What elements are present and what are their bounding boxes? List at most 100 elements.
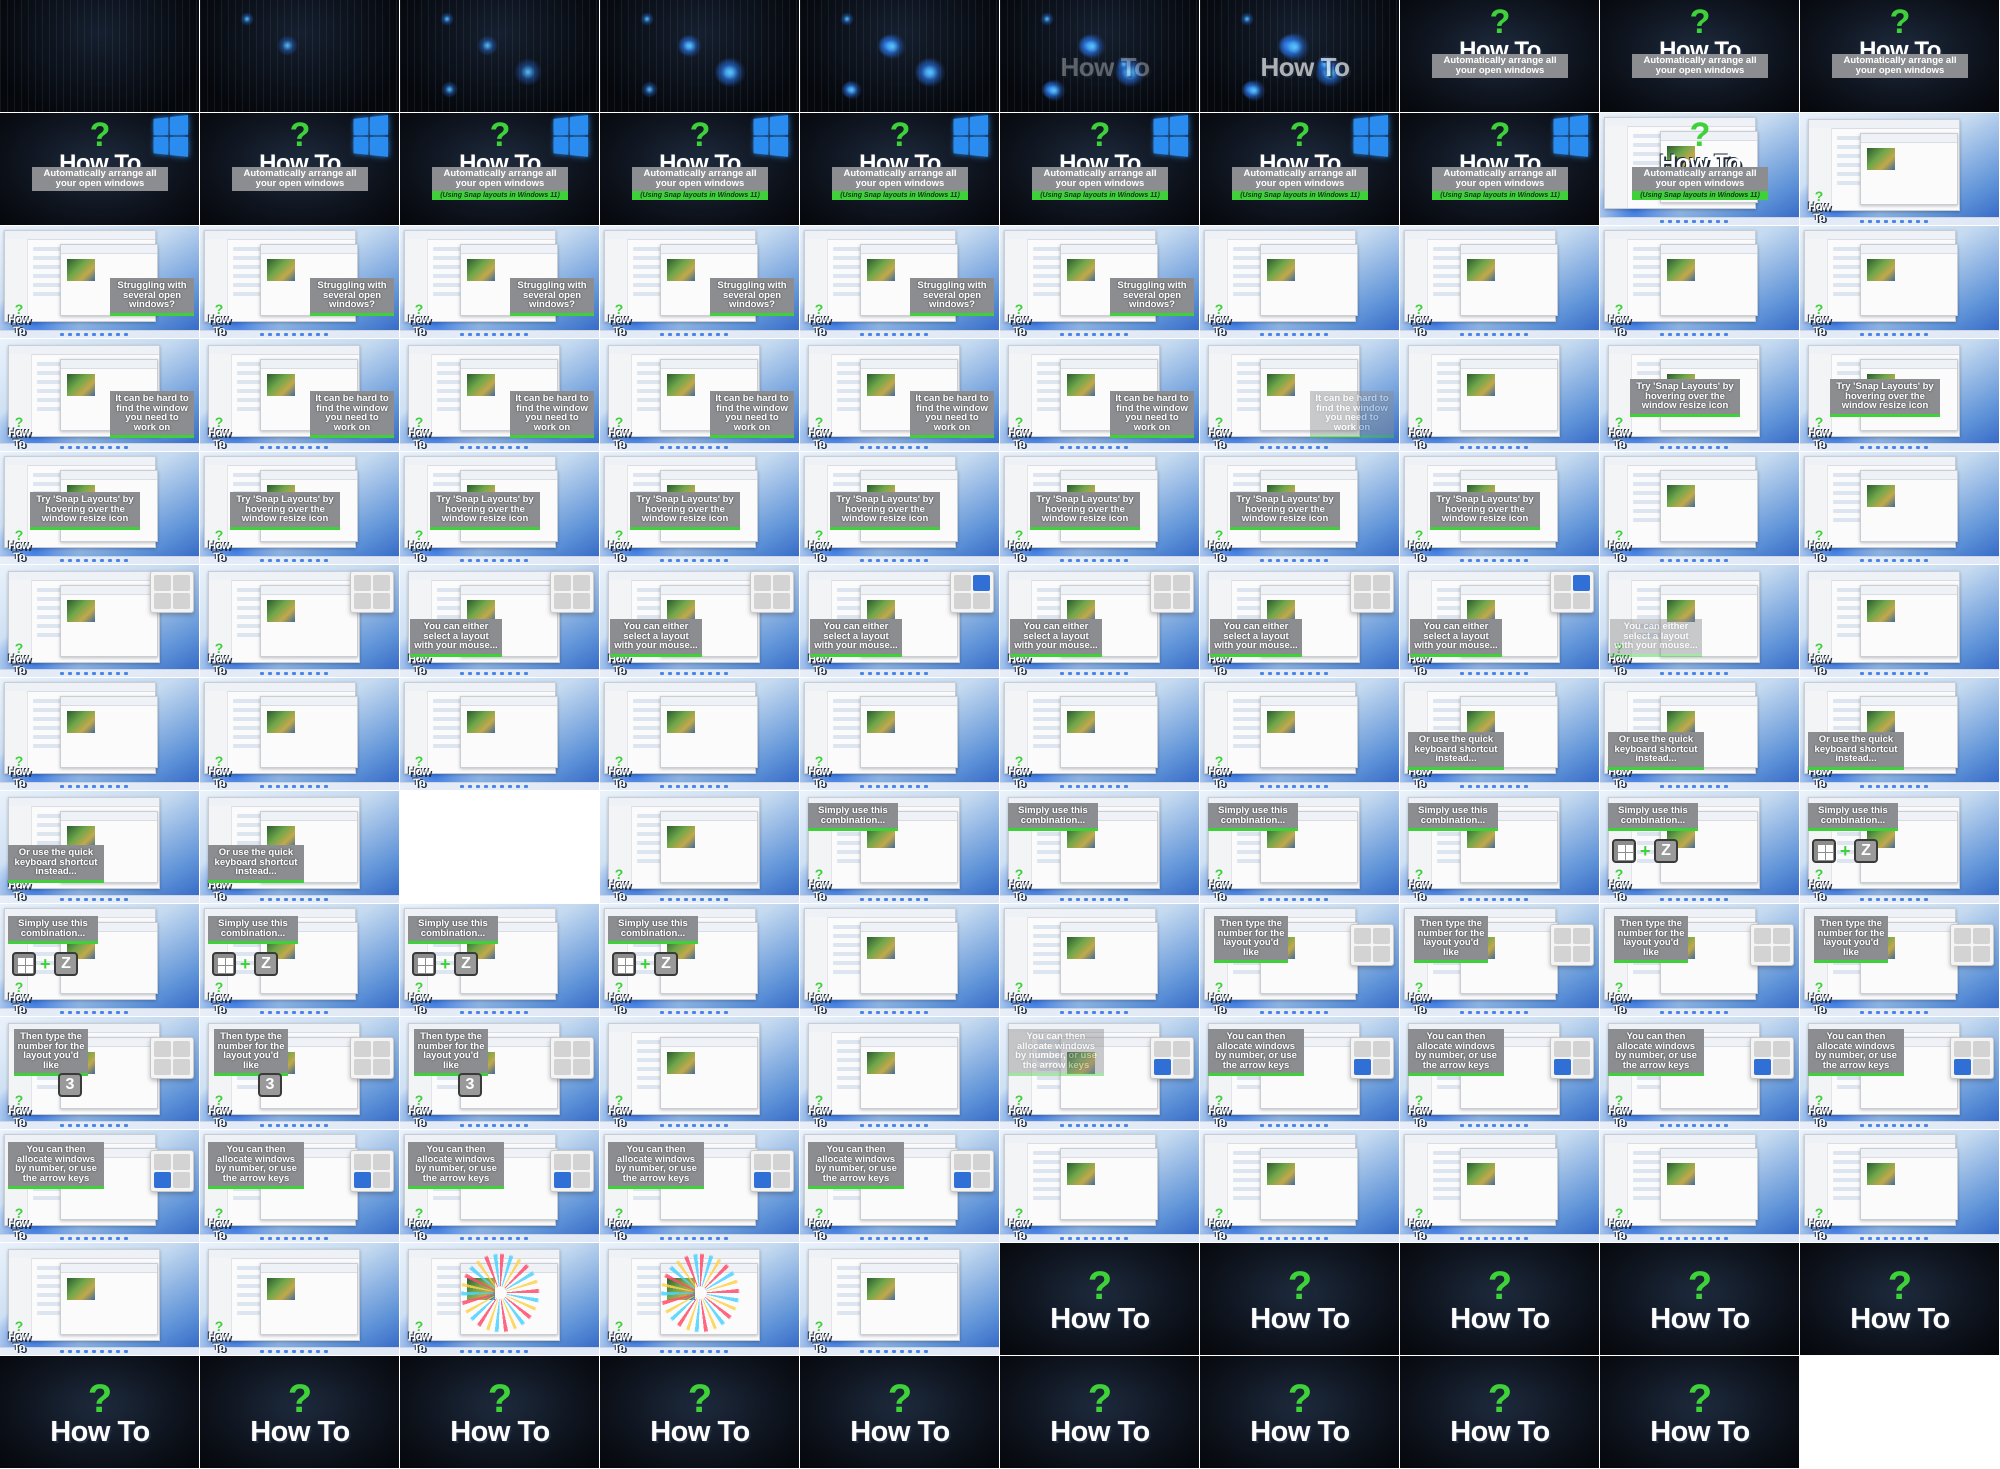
snap-zone[interactable] — [173, 1059, 190, 1075]
taskbar-app-icon[interactable] — [1724, 672, 1728, 675]
taskbar-app-icon[interactable] — [1692, 898, 1696, 901]
taskbar-app-icon[interactable] — [676, 559, 680, 562]
taskbar-app-icon[interactable] — [924, 1237, 928, 1240]
taskbar-app-icon[interactable] — [1676, 220, 1680, 223]
taskbar-app-icon[interactable] — [108, 559, 112, 562]
taskbar-app-icon[interactable] — [268, 672, 272, 675]
taskbar-app-icon[interactable] — [68, 1011, 72, 1014]
snap-zone[interactable] — [354, 575, 371, 591]
taskbar-app-icon[interactable] — [884, 446, 888, 449]
taskbar-app-icon[interactable] — [1660, 898, 1664, 901]
taskbar-app-icon[interactable] — [1916, 672, 1920, 675]
taskbar-app-icon[interactable] — [916, 1350, 920, 1353]
snap-zone[interactable] — [754, 575, 771, 591]
snap-zone[interactable] — [954, 575, 971, 591]
snap-layouts-flyout[interactable] — [1750, 1037, 1794, 1079]
taskbar-app-icon[interactable] — [76, 446, 80, 449]
taskbar-app-icon[interactable] — [316, 785, 320, 788]
taskbar-app-icon[interactable] — [1276, 1124, 1280, 1127]
taskbar-app-icon[interactable] — [1116, 333, 1120, 336]
taskbar-app-icon[interactable] — [1876, 785, 1880, 788]
taskbar-app-icon[interactable] — [892, 1124, 896, 1127]
taskbar-app-icon[interactable] — [324, 446, 328, 449]
taskbar-app-icon[interactable] — [1484, 672, 1488, 675]
snap-zone[interactable] — [954, 1172, 971, 1188]
taskbar-app-icon[interactable] — [260, 559, 264, 562]
taskbar-app-icon[interactable] — [60, 898, 64, 901]
taskbar-app-icon[interactable] — [924, 446, 928, 449]
taskbar-app-icon[interactable] — [1100, 1011, 1104, 1014]
snap-layouts-flyout[interactable] — [1350, 1037, 1394, 1079]
taskbar-app-icon[interactable] — [68, 785, 72, 788]
taskbar-app-icon[interactable] — [924, 1124, 928, 1127]
taskbar-app-icon[interactable] — [716, 559, 720, 562]
taskbar-app-icon[interactable] — [1308, 898, 1312, 901]
snap-zone[interactable] — [1754, 946, 1771, 962]
taskbar-app-icon[interactable] — [300, 446, 304, 449]
taskbar-app-icon[interactable] — [1924, 785, 1928, 788]
taskbar-app-icon[interactable] — [1268, 333, 1272, 336]
snap-zone[interactable] — [1573, 1041, 1590, 1057]
taskbar-app-icon[interactable] — [292, 333, 296, 336]
taskbar-app-icon[interactable] — [1060, 672, 1064, 675]
taskbar-app-icon[interactable] — [116, 333, 120, 336]
taskbar-app-icon[interactable] — [108, 1011, 112, 1014]
taskbar-app-icon[interactable] — [1500, 898, 1504, 901]
taskbar-app-icon[interactable] — [1276, 1011, 1280, 1014]
taskbar-app-icon[interactable] — [308, 1011, 312, 1014]
taskbar-app-icon[interactable] — [884, 333, 888, 336]
taskbar-app-icon[interactable] — [1692, 559, 1696, 562]
taskbar-app-icon[interactable] — [1724, 785, 1728, 788]
taskbar-app-icon[interactable] — [660, 672, 664, 675]
taskbar-app-icon[interactable] — [1492, 446, 1496, 449]
taskbar-app-icon[interactable] — [1308, 1011, 1312, 1014]
taskbar-app-icon[interactable] — [116, 785, 120, 788]
taskbar-app-icon[interactable] — [708, 672, 712, 675]
taskbar-app-icon[interactable] — [124, 898, 128, 901]
taskbar-app-icon[interactable] — [300, 559, 304, 562]
taskbar-app-icon[interactable] — [476, 1011, 480, 1014]
taskbar-app-icon[interactable] — [284, 785, 288, 788]
taskbar-app-icon[interactable] — [724, 1350, 728, 1353]
taskbar-app-icon[interactable] — [1060, 1124, 1064, 1127]
snap-zone[interactable] — [1373, 1041, 1390, 1057]
taskbar-app-icon[interactable] — [1860, 672, 1864, 675]
taskbar-app-icon[interactable] — [1508, 333, 1512, 336]
taskbar-app-icon[interactable] — [1892, 1011, 1896, 1014]
snap-zone[interactable] — [173, 1041, 190, 1057]
taskbar-app-icon[interactable] — [708, 1124, 712, 1127]
taskbar-app-icon[interactable] — [660, 785, 664, 788]
taskbar-app-icon[interactable] — [1660, 220, 1664, 223]
taskbar-app-icon[interactable] — [508, 333, 512, 336]
taskbar-app-icon[interactable] — [1860, 1237, 1864, 1240]
taskbar-app-icon[interactable] — [1908, 1237, 1912, 1240]
taskbar-app-icon[interactable] — [1660, 559, 1664, 562]
taskbar-app-icon[interactable] — [1108, 446, 1112, 449]
taskbar-app-icon[interactable] — [284, 559, 288, 562]
taskbar-app-icon[interactable] — [68, 672, 72, 675]
taskbar-app-icon[interactable] — [1684, 1237, 1688, 1240]
taskbar-app-icon[interactable] — [884, 559, 888, 562]
taskbar-app-icon[interactable] — [700, 1124, 704, 1127]
taskbar-app-icon[interactable] — [1900, 220, 1904, 223]
taskbar-app-icon[interactable] — [876, 333, 880, 336]
taskbar-app-icon[interactable] — [1476, 1011, 1480, 1014]
taskbar-app-icon[interactable] — [884, 785, 888, 788]
taskbar-app-icon[interactable] — [1884, 446, 1888, 449]
taskbar-app-icon[interactable] — [1084, 559, 1088, 562]
taskbar-app-icon[interactable] — [1860, 1124, 1864, 1127]
taskbar-app-icon[interactable] — [1660, 785, 1664, 788]
taskbar-app-icon[interactable] — [700, 672, 704, 675]
taskbar-app-icon[interactable] — [276, 898, 280, 901]
taskbar-app-icon[interactable] — [1484, 559, 1488, 562]
browser-window[interactable] — [1260, 1148, 1358, 1220]
taskbar-app-icon[interactable] — [724, 1237, 728, 1240]
taskbar-app-icon[interactable] — [1908, 785, 1912, 788]
taskbar-app-icon[interactable] — [1660, 1124, 1664, 1127]
taskbar-app-icon[interactable] — [908, 785, 912, 788]
taskbar-app-icon[interactable] — [660, 446, 664, 449]
taskbar-app-icon[interactable] — [916, 1011, 920, 1014]
taskbar-app-icon[interactable] — [716, 1124, 720, 1127]
browser-window[interactable] — [1260, 244, 1358, 316]
taskbar-app-icon[interactable] — [1900, 1237, 1904, 1240]
